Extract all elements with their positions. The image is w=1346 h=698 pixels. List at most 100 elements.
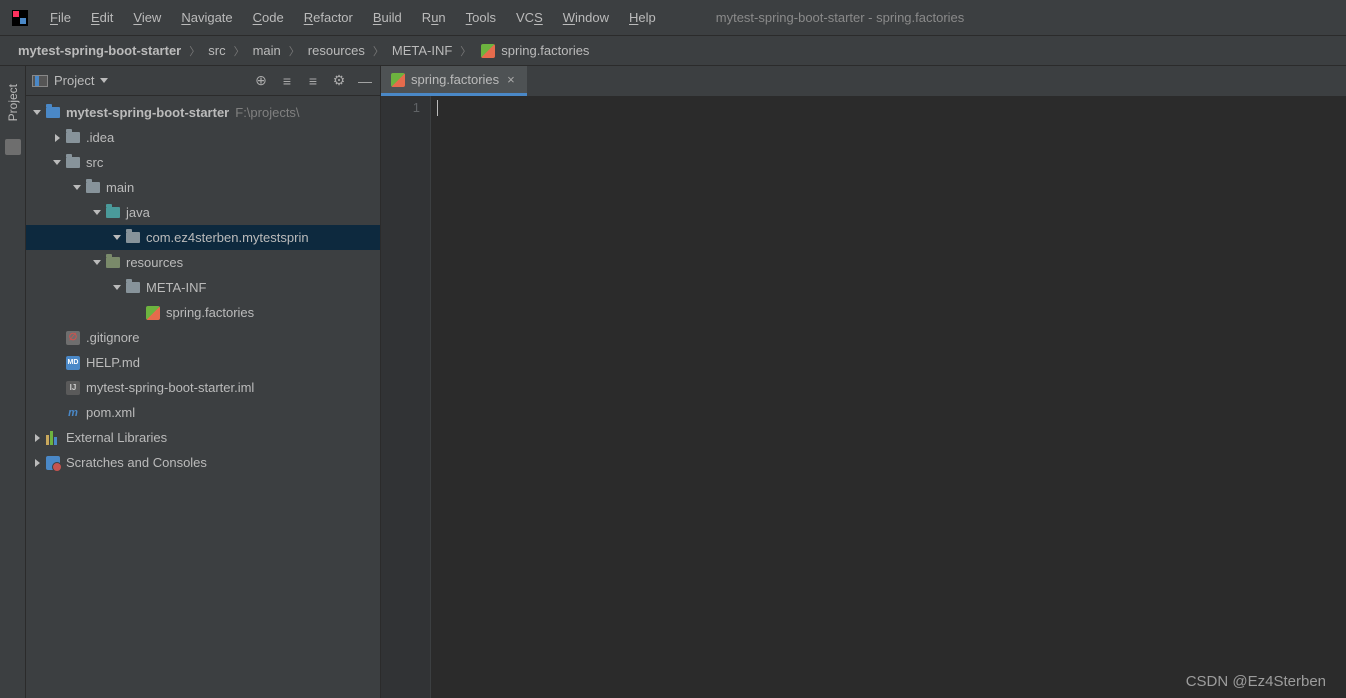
tree-label: .gitignore [86,330,139,345]
tree-label: HELP.md [86,355,140,370]
crumb-sep: 〉 [289,43,300,59]
spring-icon [391,73,405,87]
gutter-project-tab[interactable]: Project [4,74,22,131]
tree-src[interactable]: src [26,150,380,175]
folder-icon [66,132,80,143]
tree-iml[interactable]: IJ mytest-spring-boot-starter.iml [26,375,380,400]
crumb-metainf[interactable]: META-INF [388,43,456,58]
tree-label: spring.factories [166,305,254,320]
gutter-structure-icon[interactable] [5,139,21,155]
folder-icon [66,157,80,168]
tree-label: mytest-spring-boot-starter.iml [86,380,254,395]
project-panel-title: Project [54,73,94,88]
iml-icon: IJ [66,381,80,395]
maven-icon: m [66,406,80,420]
menu-navigate[interactable]: Navigate [171,6,242,29]
tree-metainf[interactable]: META-INF [26,275,380,300]
tree-scratches[interactable]: Scratches and Consoles [26,450,380,475]
tree-java[interactable]: java [26,200,380,225]
tree-path: F:\projects\ [235,105,299,120]
crumb-project[interactable]: mytest-spring-boot-starter [14,43,185,58]
line-gutter: 1 [381,96,431,698]
tree-label: java [126,205,150,220]
crumb-sep: 〉 [234,43,245,59]
tree-root[interactable]: mytest-spring-boot-starter F:\projects\ [26,100,380,125]
tree-main[interactable]: main [26,175,380,200]
menu-file[interactable]: File [40,6,81,29]
settings-icon[interactable]: ⚙ [330,72,348,90]
tree-label: com.ez4sterben.mytestsprin [146,230,309,245]
tree-label: resources [126,255,183,270]
editor-area: spring.factories × 1 [381,66,1346,698]
tree-label: .idea [86,130,114,145]
crumb-sep: 〉 [460,43,471,59]
tree-label: External Libraries [66,430,167,445]
folder-icon [126,282,140,293]
project-icon [32,75,48,87]
spring-icon [481,44,495,58]
menu-refactor[interactable]: Refactor [294,6,363,29]
menu-vcs[interactable]: VCS [506,6,553,29]
spring-icon [146,306,160,320]
resources-folder-icon [106,257,120,268]
scratches-icon [46,456,60,470]
hide-panel-icon[interactable]: — [356,72,374,90]
tree-label: main [106,180,134,195]
folder-icon [86,182,100,193]
menu-edit[interactable]: Edit [81,6,123,29]
menu-view[interactable]: View [123,6,171,29]
menu-bar: File Edit View Navigate Code Refactor Bu… [0,0,1346,36]
tree-label: META-INF [146,280,206,295]
tree-spring-factories[interactable]: spring.factories [26,300,380,325]
tree-label: mytest-spring-boot-starter [66,105,229,120]
gitignore-icon: ∅ [66,331,80,345]
window-title: mytest-spring-boot-starter - spring.fact… [716,10,965,25]
source-folder-icon [106,207,120,218]
menu-code[interactable]: Code [243,6,294,29]
crumb-sep: 〉 [373,43,384,59]
close-tab-icon[interactable]: × [505,72,517,87]
sidebar-gutter: Project [0,66,26,698]
code-editor[interactable] [431,96,1346,698]
line-number: 1 [381,100,420,115]
menu-run[interactable]: Run [412,6,456,29]
project-tree: mytest-spring-boot-starter F:\projects\ … [26,96,380,698]
crumb-file[interactable]: spring.factories [475,43,593,58]
menu-build[interactable]: Build [363,6,412,29]
tree-external-libraries[interactable]: External Libraries [26,425,380,450]
editor-tab-bar: spring.factories × [381,66,1346,96]
tree-pom[interactable]: m pom.xml [26,400,380,425]
tree-resources[interactable]: resources [26,250,380,275]
project-panel: Project ⊕ ≡ ≡ ⚙ — mytest-spring-boot-sta… [26,66,381,698]
package-icon [126,232,140,243]
project-panel-header: Project ⊕ ≡ ≡ ⚙ — [26,66,380,96]
collapse-all-icon[interactable]: ≡ [304,72,322,90]
tab-label: spring.factories [411,72,499,87]
tree-label: Scratches and Consoles [66,455,207,470]
crumb-main[interactable]: main [249,43,285,58]
tree-idea[interactable]: .idea [26,125,380,150]
watermark: CSDN @Ez4Sterben [1186,673,1326,690]
tree-package[interactable]: com.ez4sterben.mytestsprin [26,225,380,250]
editor-body: 1 [381,96,1346,698]
crumb-src[interactable]: src [204,43,229,58]
crumb-sep: 〉 [189,43,200,59]
crumb-resources[interactable]: resources [304,43,369,58]
menu-window[interactable]: Window [553,6,619,29]
chevron-down-icon [100,78,108,83]
project-view-selector[interactable]: Project [32,73,108,88]
markdown-icon: MD [66,356,80,370]
menu-help[interactable]: Help [619,6,666,29]
tree-label: pom.xml [86,405,135,420]
select-opened-file-icon[interactable]: ⊕ [252,72,270,90]
libraries-icon [46,431,60,445]
caret [437,100,438,116]
editor-tab-spring-factories[interactable]: spring.factories × [381,66,527,96]
breadcrumb: mytest-spring-boot-starter 〉 src 〉 main … [0,36,1346,66]
tree-help-md[interactable]: MD HELP.md [26,350,380,375]
menu-tools[interactable]: Tools [456,6,506,29]
expand-all-icon[interactable]: ≡ [278,72,296,90]
tree-label: src [86,155,103,170]
app-icon [10,8,30,28]
tree-gitignore[interactable]: ∅ .gitignore [26,325,380,350]
